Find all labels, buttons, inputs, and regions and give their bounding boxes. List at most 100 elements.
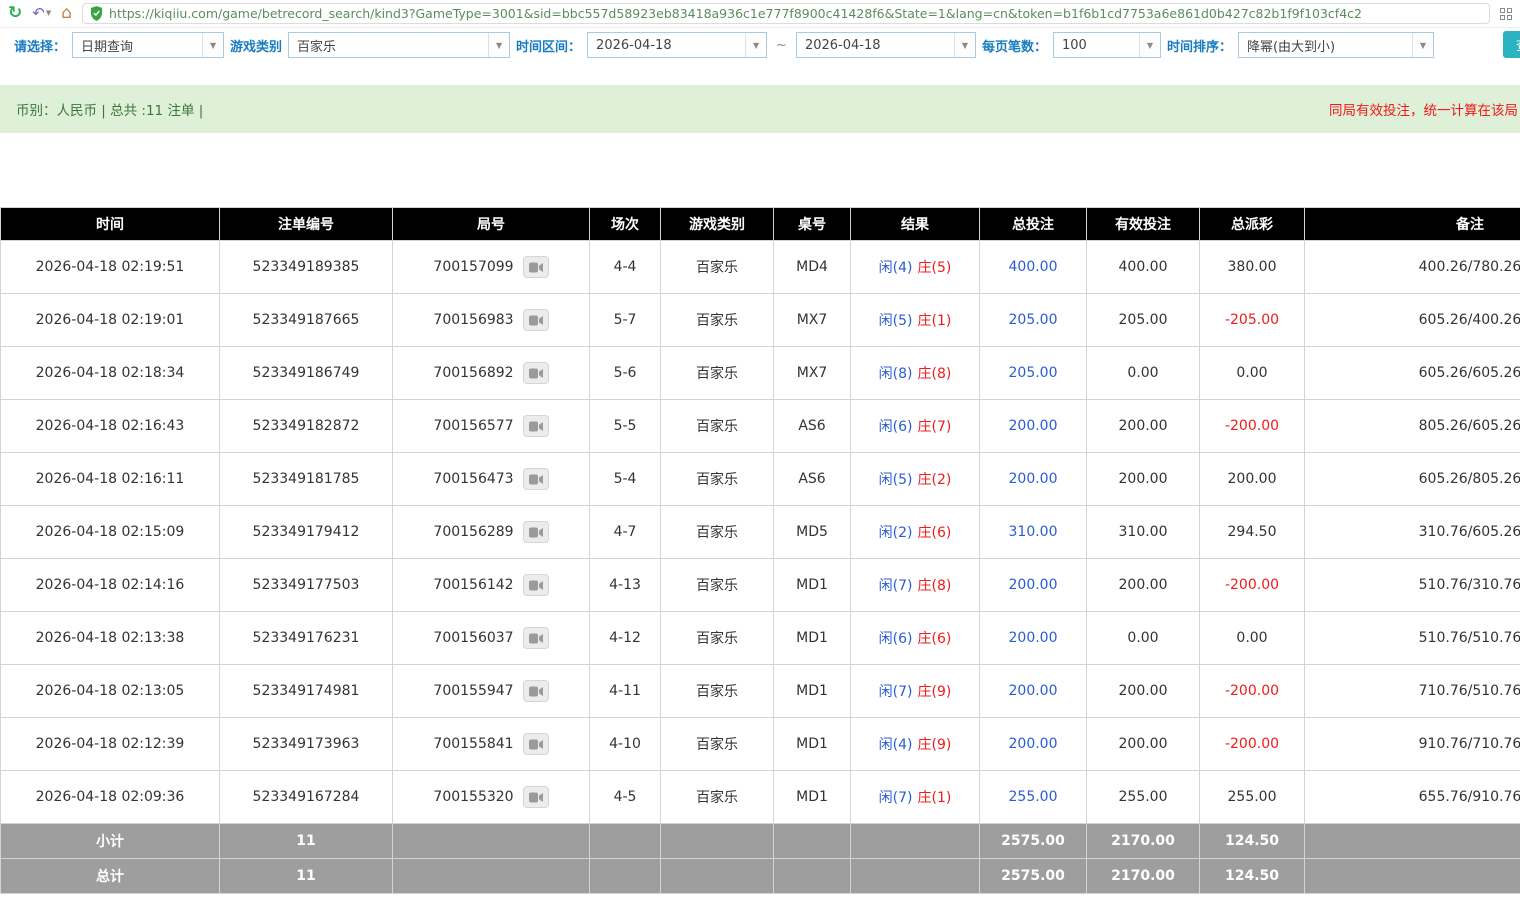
cell-bet-id: 523349186749 [220,347,392,399]
url-bar[interactable]: https://kiqiiu.com/game/betrecord_search… [82,3,1490,24]
sort-order-combo[interactable]: 降幂(由大到小) ▼ [1238,32,1434,58]
game-type-label: 游戏类别 [230,36,282,55]
cell-valid-bet: 200.00 [1087,718,1199,770]
cell-remark: 710.76/510.76 [1305,665,1520,717]
result-banker: 庄(5) [918,260,952,276]
replay-video-icon[interactable] [523,627,549,649]
sort-order-label: 时间排序： [1167,36,1232,55]
cell-valid-bet: 200.00 [1087,559,1199,611]
page-size-combo[interactable]: 100 ▼ [1053,32,1161,58]
date-to-value: 2026-04-18 [797,33,954,57]
cell-round: 700156892 [393,347,589,399]
column-header-game-type: 游戏类别 [661,208,773,240]
result-banker: 庄(7) [918,419,952,435]
replay-video-icon[interactable] [523,415,549,437]
query-type-value: 日期查询 [73,33,202,57]
cell-total-bet: 200.00 [980,718,1086,770]
round-number: 700156577 [433,418,513,434]
cell-total-bet: 310.00 [980,506,1086,558]
cell-remark: 510.76/510.76 [1305,612,1520,664]
cell-session: 4-12 [590,612,660,664]
game-type-combo[interactable]: 百家乐 ▼ [288,32,510,58]
cell-round: 700155947 [393,665,589,717]
cell-total-bet: 200.00 [980,559,1086,611]
chevron-down-icon[interactable]: ▼ [1412,33,1433,57]
date-to-picker[interactable]: 2026-04-18 ▼ [796,32,976,58]
chevron-down-icon[interactable]: ▼ [1139,33,1160,57]
cell-session: 5-4 [590,453,660,505]
cell-bet-id: 523349181785 [220,453,392,505]
game-type-value: 百家乐 [289,33,488,57]
chevron-down-icon[interactable]: ▼ [488,33,509,57]
date-from-value: 2026-04-18 [588,33,745,57]
cell-valid-bet: 0.00 [1087,347,1199,399]
round-number: 700155947 [433,683,513,699]
subtotal-total-bet: 2575.00 [980,824,1086,858]
date-from-picker[interactable]: 2026-04-18 ▼ [587,32,767,58]
column-header-session: 场次 [590,208,660,240]
apps-grid-icon[interactable] [1500,8,1512,20]
filter-bar: 请选择： 日期查询 ▼ 游戏类别 百家乐 ▼ 时间区间： 2026-04-18 … [0,28,1520,62]
cell-table-code: MX7 [774,347,850,399]
cell-time: 2026-04-18 02:15:09 [1,506,219,558]
result-banker: 庄(9) [918,737,952,753]
cell-session: 4-4 [590,241,660,293]
grand-total-count: 11 [220,859,392,893]
cell-game-type: 百家乐 [661,665,773,717]
home-icon[interactable]: ⌂ [61,5,72,22]
round-number: 700156473 [433,471,513,487]
cell-time: 2026-04-18 02:13:05 [1,665,219,717]
cell-time: 2026-04-18 02:13:38 [1,612,219,664]
result-player: 闲(6) [879,631,913,647]
chevron-down-icon[interactable]: ▼ [202,33,223,57]
result-player: 闲(7) [879,578,913,594]
replay-video-icon[interactable] [523,309,549,331]
result-banker: 庄(9) [918,684,952,700]
cell-bet-id: 523349182872 [220,400,392,452]
table-row: 2026-04-18 02:15:09 523349179412 7001562… [1,506,1520,558]
replay-video-icon[interactable] [523,786,549,808]
cell-result: 闲(2)庄(6) [851,506,979,558]
cell-table-code: MD1 [774,665,850,717]
replay-video-icon[interactable] [523,574,549,596]
replay-video-icon[interactable] [523,468,549,490]
undo-dropdown-caret-icon[interactable]: ▼ [46,10,51,17]
cell-table-code: MD1 [774,612,850,664]
replay-video-icon[interactable] [523,521,549,543]
cell-session: 5-5 [590,400,660,452]
cell-round: 700156289 [393,506,589,558]
cell-valid-bet: 310.00 [1087,506,1199,558]
cell-bet-id: 523349179412 [220,506,392,558]
cell-result: 闲(4)庄(9) [851,718,979,770]
cell-remark: 805.26/605.26 [1305,400,1520,452]
replay-video-icon[interactable] [523,680,549,702]
replay-video-icon[interactable] [523,733,549,755]
cell-payout: 255.00 [1200,771,1304,823]
cell-payout: -200.00 [1200,665,1304,717]
table-header-row: 时间 注单编号 局号 场次 游戏类别 桌号 结果 总投注 有效投注 总派彩 备注 [1,208,1520,240]
valid-bet-notice: 同局有效投注，统一计算在该局 [1329,99,1518,119]
chevron-down-icon[interactable]: ▼ [954,33,975,57]
round-number: 700155320 [433,789,513,805]
round-number: 700156289 [433,524,513,540]
undo-icon[interactable]: ↶▼ [32,6,51,21]
table-row: 2026-04-18 02:13:05 523349174981 7001559… [1,665,1520,717]
search-button[interactable]: 查询 [1503,31,1520,58]
cell-round: 700157099 [393,241,589,293]
cell-bet-id: 523349176231 [220,612,392,664]
cell-remark: 310.76/605.26 [1305,506,1520,558]
table-row: 2026-04-18 02:14:16 523349177503 7001561… [1,559,1520,611]
cell-valid-bet: 200.00 [1087,453,1199,505]
cell-game-type: 百家乐 [661,612,773,664]
url-text[interactable]: https://kiqiiu.com/game/betrecord_search… [109,6,1362,21]
replay-video-icon[interactable] [523,362,549,384]
column-header-result: 结果 [851,208,979,240]
table-row: 2026-04-18 02:13:38 523349176231 7001560… [1,612,1520,664]
chevron-down-icon[interactable]: ▼ [745,33,766,57]
replay-video-icon[interactable] [523,256,549,278]
cell-valid-bet: 200.00 [1087,400,1199,452]
query-type-combo[interactable]: 日期查询 ▼ [72,32,224,58]
query-type-label: 请选择： [14,36,66,55]
grand-total-payout: 124.50 [1200,859,1304,893]
refresh-icon[interactable]: ↻ [8,5,22,22]
